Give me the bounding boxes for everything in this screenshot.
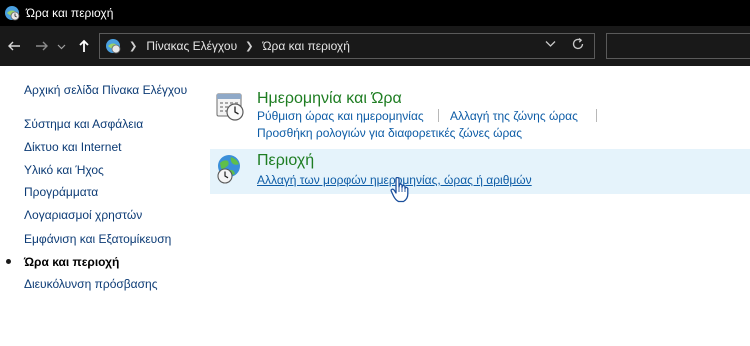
refresh-icon — [572, 37, 584, 50]
sidebar-item-network-internet[interactable]: Δίκτυο και Internet — [24, 140, 121, 154]
hand-cursor-icon — [390, 177, 409, 203]
link-divider — [596, 109, 597, 122]
link-divider — [438, 109, 439, 122]
breadcrumb-separator-icon[interactable]: ❯ — [245, 41, 253, 52]
title-bar: Ώρα και περιοχή — [0, 0, 750, 26]
control-panel-icon — [106, 39, 121, 54]
breadcrumb-time-region[interactable]: Ώρα και περιοχή — [263, 39, 350, 53]
address-history-button[interactable] — [545, 38, 556, 52]
window-title: Ώρα και περιοχή — [26, 6, 114, 20]
refresh-button[interactable] — [571, 37, 585, 54]
category-title-date-time[interactable]: Ημερομηνία και Ώρα — [257, 90, 402, 108]
navigation-bar: ❯ Πίνακας Ελέγχου ❯ Ώρα και περιοχή — [0, 26, 750, 66]
link-set-time-date[interactable]: Ρύθμιση ώρας και ημερομηνίας — [257, 109, 424, 123]
sidebar-item-programs[interactable]: Προγράμματα — [24, 185, 98, 199]
address-bar[interactable]: ❯ Πίνακας Ελέγχου ❯ Ώρα και περιοχή — [99, 33, 595, 59]
sidebar-item-user-accounts[interactable]: Λογαριασμοί χρηστών — [24, 208, 142, 222]
chevron-down-icon — [57, 44, 65, 49]
calendar-clock-icon — [216, 93, 244, 121]
link-change-time-zone[interactable]: Αλλαγή της ζώνης ώρας — [450, 109, 578, 123]
recent-locations-button[interactable] — [55, 35, 67, 57]
arrow-right-icon — [36, 41, 48, 51]
sidebar-item-time-region[interactable]: Ώρα και περιοχή — [24, 255, 119, 269]
sidebar-home-link[interactable]: Αρχική σελίδα Πίνακα Ελέγχου — [24, 83, 187, 97]
arrow-left-icon — [8, 41, 20, 51]
search-input[interactable] — [606, 33, 750, 59]
forward-button[interactable] — [31, 35, 53, 57]
link-add-clocks[interactable]: Προσθήκη ρολογιών για διαφορετικές ζώνες… — [257, 126, 522, 140]
breadcrumb-separator-icon[interactable]: ❯ — [129, 41, 137, 52]
up-button[interactable] — [73, 35, 95, 57]
breadcrumb-control-panel[interactable]: Πίνακας Ελέγχου — [146, 39, 237, 53]
chevron-down-icon — [545, 41, 556, 47]
globe-clock-icon — [217, 155, 240, 184]
sidebar-item-ease-of-access[interactable]: Διευκόλυνση πρόσβασης — [24, 277, 157, 291]
arrow-up-icon — [79, 39, 89, 52]
current-item-bullet — [6, 259, 11, 264]
sidebar-item-hardware-sound[interactable]: Υλικό και Ήχος — [24, 163, 104, 177]
sidebar-item-appearance[interactable]: Εμφάνιση και Εξατομίκευση — [24, 232, 171, 246]
back-button[interactable] — [3, 35, 25, 57]
control-panel-icon — [5, 6, 20, 21]
sidebar-item-system-security[interactable]: Σύστημα και Ασφάλεια — [24, 117, 143, 131]
category-region[interactable]: Περιοχή Αλλαγή των μορφών ημερομηνίας, ώ… — [210, 149, 750, 194]
category-date-time: Ημερομηνία και Ώρα Ρύθμιση ώρας και ημερ… — [210, 86, 750, 146]
category-title-region[interactable]: Περιοχή — [257, 152, 314, 170]
